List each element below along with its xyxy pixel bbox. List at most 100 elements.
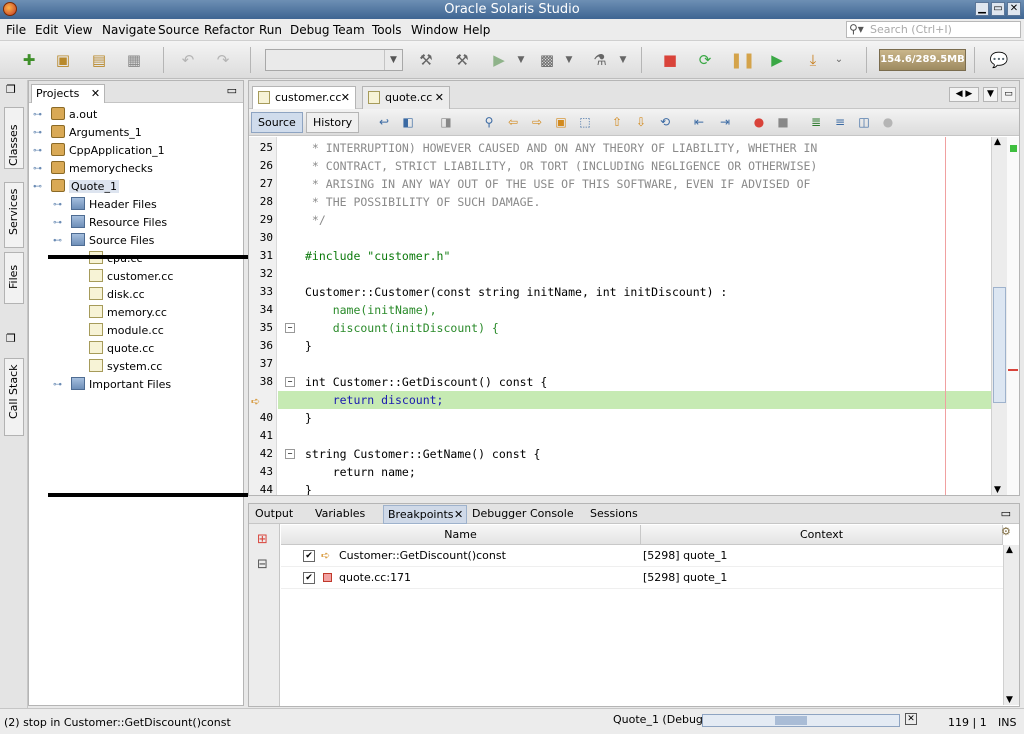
menu-file[interactable]: File (6, 23, 26, 37)
chevron-down-icon[interactable]: ▼ (510, 49, 532, 71)
tree-item-disk-cc[interactable]: disk.cc (89, 286, 145, 304)
minimize-panel-icon[interactable]: ▭ (227, 84, 237, 97)
comment-icon[interactable]: ≣ (809, 115, 823, 129)
uncomment-icon[interactable]: ≡ (833, 115, 847, 129)
chevron-down-icon[interactable]: ▼ (384, 50, 402, 70)
profile-icon[interactable]: ⚗ (589, 49, 611, 71)
expand-icon[interactable]: ⊶ (33, 124, 42, 142)
minimize-panel-icon[interactable]: ▭ (1001, 507, 1011, 520)
maximize-icon[interactable]: ▭ (1001, 87, 1016, 102)
fold-icon[interactable]: − (285, 377, 295, 387)
start-macro-icon[interactable]: ● (752, 115, 766, 129)
menu-window[interactable]: Window (411, 23, 458, 37)
diff-icon[interactable]: ◫ (857, 115, 871, 129)
toggle-bookmark-icon[interactable]: ⟲ (658, 115, 672, 129)
tree-item-cpu-cc[interactable]: cpu.cc (89, 250, 143, 268)
tab-customer-cc[interactable]: customer.cc ✕ (252, 86, 356, 109)
menu-refactor[interactable]: Refactor (204, 23, 254, 37)
tree-item-important-files[interactable]: ⊶ Important Files (53, 376, 171, 394)
find-icon[interactable]: ⚲ (482, 115, 496, 129)
menu-debug[interactable]: Debug (290, 23, 329, 37)
pause-icon[interactable]: ❚❚ (730, 49, 755, 71)
menu-tools[interactable]: Tools (372, 23, 402, 37)
window-restore-icon[interactable]: ❐ (6, 83, 16, 96)
tab-call-stack[interactable]: Call Stack (4, 358, 24, 436)
scroll-down-icon[interactable]: ▼ (1006, 695, 1013, 705)
chevron-down-icon[interactable]: ▼ (558, 49, 580, 71)
tab-breakpoints[interactable]: Breakpoints ✕ (383, 505, 467, 524)
tree-item-quote-cc[interactable]: quote.cc (89, 340, 154, 358)
feedback-icon[interactable]: 💬 (988, 49, 1010, 71)
collapse-icon[interactable]: ⊷ (53, 232, 62, 250)
breakpoints-scrollbar[interactable]: ▲ ▼ (1003, 545, 1019, 705)
undo-icon[interactable]: ↶ (177, 49, 199, 71)
clean-build-icon[interactable]: ⚒ (451, 49, 473, 71)
tab-quote-cc[interactable]: quote.cc ✕ (362, 86, 450, 109)
configuration-select[interactable]: ▼ (265, 49, 403, 71)
menu-run[interactable]: Run (259, 23, 282, 37)
tab-files[interactable]: Files (4, 252, 24, 304)
new-project-icon[interactable]: ▣ (52, 49, 74, 71)
scrollbar-thumb[interactable] (993, 287, 1006, 403)
close-icon[interactable]: ✕ (1007, 2, 1021, 16)
tab-variables[interactable]: Variables (311, 505, 369, 524)
tree-item-module-cc[interactable]: module.cc (89, 322, 164, 340)
expand-icon[interactable]: ⊶ (33, 160, 42, 178)
enabled-checkbox[interactable]: ✔ (303, 572, 315, 584)
enabled-checkbox[interactable]: ✔ (303, 550, 315, 562)
tree-item-resource-files[interactable]: ⊶ Resource Files (53, 214, 167, 232)
tree-item-memory-cc[interactable]: memory.cc (89, 304, 167, 322)
tree-item-system-cc[interactable]: system.cc (89, 358, 162, 376)
run-icon[interactable]: ▶ (488, 49, 510, 71)
new-file-icon[interactable]: ✚ (18, 49, 40, 71)
shift-left-icon[interactable]: ⇤ (692, 115, 706, 129)
find-previous-icon[interactable]: ⇦ (506, 115, 520, 129)
close-icon[interactable]: ✕ (91, 87, 100, 100)
column-header-context[interactable]: Context (641, 525, 1003, 545)
menu-help[interactable]: Help (463, 23, 490, 37)
select-icon[interactable]: ⬚ (578, 115, 592, 129)
expand-icon[interactable]: ⊶ (53, 196, 62, 214)
window-restore-icon[interactable]: ❐ (6, 332, 16, 345)
scroll-down-icon[interactable]: ▼ (994, 485, 1001, 495)
open-project-icon[interactable]: ▤ (88, 49, 110, 71)
search-input[interactable]: ⚲▾ Search (Ctrl+I) (846, 21, 1021, 38)
scroll-up-icon[interactable]: ▲ (1006, 545, 1013, 555)
menu-view[interactable]: View (64, 23, 92, 37)
stop-macro-icon[interactable]: ■ (776, 115, 790, 129)
fold-icon[interactable]: − (285, 449, 295, 459)
menu-edit[interactable]: Edit (35, 23, 58, 37)
back-icon[interactable]: ◧ (401, 115, 415, 129)
tab-projects[interactable]: Projects ✕ (31, 84, 106, 103)
find-next-icon[interactable]: ⇨ (530, 115, 544, 129)
cancel-task-icon[interactable]: ✕ (905, 713, 917, 725)
table-row[interactable]: ✔ ➪ Customer::GetDiscount()const [5298] … (281, 545, 1003, 567)
app-icon[interactable] (3, 2, 17, 16)
tree-item-a-out[interactable]: ⊶ a.out (33, 106, 97, 124)
collapse-icon[interactable]: ⊷ (33, 178, 42, 196)
expand-icon[interactable]: ⊶ (53, 376, 62, 394)
redo-icon[interactable]: ↷ (212, 49, 234, 71)
scroll-up-icon[interactable]: ▲ (994, 137, 1001, 147)
menu-source[interactable]: Source (158, 23, 199, 37)
tab-debugger-console[interactable]: Debugger Console (468, 505, 578, 524)
finish-debug-icon[interactable]: ■ (659, 49, 681, 71)
close-icon[interactable]: ✕ (454, 506, 463, 524)
close-icon[interactable]: ✕ (341, 87, 350, 109)
chevron-down-icon[interactable]: ▼ (612, 49, 634, 71)
save-all-icon[interactable]: ▦ (123, 49, 145, 71)
expand-icon[interactable]: ⊶ (53, 214, 62, 232)
next-bookmark-icon[interactable]: ⇩ (634, 115, 648, 129)
expand-icon[interactable]: ⊶ (33, 106, 42, 124)
last-edit-icon[interactable]: ↩ (377, 115, 391, 129)
toggle-highlight-icon[interactable]: ▣ (554, 115, 568, 129)
chevron-down-icon[interactable]: ⌄ (828, 49, 850, 71)
code-area[interactable]: * INTERRUPTION) HOWEVER CAUSED AND ON AN… (278, 137, 991, 495)
menu-navigate[interactable]: Navigate (102, 23, 156, 37)
tab-classes[interactable]: Classes (4, 107, 24, 169)
column-chooser-icon[interactable]: ⚙ (1001, 525, 1015, 543)
tree-item-arguments[interactable]: ⊶ Arguments_1 (33, 124, 142, 142)
scroll-tabs-icon[interactable]: ◀ ▶ (949, 87, 979, 102)
memory-indicator[interactable]: 154.6/289.5MB (879, 49, 966, 71)
fold-icon[interactable]: − (285, 323, 295, 333)
